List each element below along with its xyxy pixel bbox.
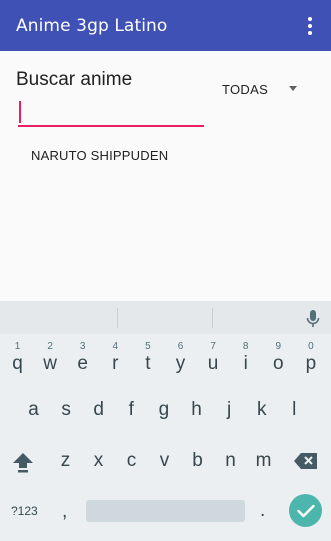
key-v[interactable]: v [148, 450, 181, 494]
key-label: a [28, 399, 39, 420]
key-z[interactable]: z [49, 450, 82, 494]
key-label: b [192, 450, 203, 471]
list-item[interactable]: NARUTO SHIPPUDEN [31, 148, 168, 163]
shift-icon[interactable] [12, 451, 34, 473]
key-label: d [93, 399, 104, 420]
key-q[interactable]: 1q [1, 341, 34, 385]
key-label: t [145, 353, 151, 374]
soft-keyboard: ?123 , . 1q2w3e4r5t6y7u8i9o0pasdfghjklzx… [0, 301, 331, 541]
key-label: o [273, 353, 284, 374]
symbols-key[interactable]: ?123 [11, 504, 38, 518]
key-t[interactable]: 5t [131, 341, 164, 385]
key-label: k [256, 399, 267, 420]
key-hint: 4 [112, 341, 119, 352]
key-b[interactable]: b [181, 450, 214, 494]
key-label: z [60, 450, 71, 471]
key-j[interactable]: j [213, 399, 246, 443]
dropdown-arrow-icon [289, 86, 297, 91]
key-label: s [61, 399, 71, 420]
microphone-icon[interactable] [305, 309, 321, 329]
key-g[interactable]: g [147, 399, 180, 443]
key-w[interactable]: 2w [34, 341, 67, 385]
key-f[interactable]: f [115, 399, 148, 443]
key-label: n [225, 450, 236, 471]
key-r[interactable]: 4r [99, 341, 132, 385]
period-key[interactable]: . [260, 500, 265, 522]
key-label: c [126, 450, 137, 471]
suggestion-divider [117, 308, 118, 328]
suggestion-divider [212, 308, 213, 328]
main-content: Buscar anime TODAS NARUTO SHIPPUDEN [0, 51, 331, 301]
key-d[interactable]: d [82, 399, 115, 443]
key-hint: 7 [210, 341, 216, 352]
key-label: e [77, 353, 88, 374]
key-l[interactable]: l [278, 399, 311, 443]
checkmark-icon [296, 504, 315, 517]
enter-button[interactable] [289, 494, 322, 527]
key-label: m [255, 450, 272, 471]
key-label: w [43, 353, 57, 374]
key-a[interactable]: a [17, 399, 50, 443]
key-label: u [207, 353, 219, 374]
category-dropdown-value: TODAS [222, 81, 269, 97]
search-label: Buscar anime [16, 69, 133, 90]
key-hint: 2 [47, 341, 53, 352]
suggestion-strip [0, 301, 331, 334]
key-k[interactable]: k [245, 399, 278, 443]
key-label: g [158, 399, 170, 420]
key-label: x [93, 450, 104, 471]
key-x[interactable]: x [82, 450, 115, 494]
key-i[interactable]: 8i [229, 341, 262, 385]
key-c[interactable]: c [115, 450, 148, 494]
key-u[interactable]: 7u [197, 341, 230, 385]
key-p[interactable]: 0p [294, 341, 327, 385]
key-label: y [175, 353, 186, 374]
key-label: i [243, 353, 248, 374]
key-label: p [305, 353, 317, 374]
space-bar[interactable] [86, 500, 245, 522]
key-label: l [292, 399, 297, 420]
key-hint: 0 [308, 341, 314, 352]
key-h[interactable]: h [180, 399, 213, 443]
key-hint: 1 [14, 341, 21, 352]
search-input[interactable] [18, 99, 204, 127]
key-hint: 8 [242, 341, 249, 352]
app-title: Anime 3gp Latino [16, 15, 168, 36]
key-label: r [112, 353, 119, 374]
key-hint: 3 [79, 341, 86, 352]
key-label: q [12, 353, 23, 374]
search-input-underline [18, 125, 204, 127]
key-label: h [191, 399, 202, 420]
comma-key[interactable]: , [62, 501, 67, 523]
key-label: v [159, 450, 170, 471]
more-vert-icon[interactable] [299, 14, 321, 38]
key-label: f [128, 399, 134, 420]
text-cursor [19, 101, 21, 123]
key-hint: 6 [177, 341, 184, 352]
key-hint: 9 [275, 341, 282, 352]
key-o[interactable]: 9o [262, 341, 295, 385]
key-label: j [226, 399, 232, 420]
key-n[interactable]: n [214, 450, 247, 494]
key-e[interactable]: 3e [66, 341, 99, 385]
category-dropdown[interactable]: TODAS [222, 80, 312, 98]
key-m[interactable]: m [247, 450, 280, 494]
app-bar: Anime 3gp Latino [0, 0, 331, 51]
key-y[interactable]: 6y [164, 341, 197, 385]
backspace-icon[interactable] [294, 452, 318, 470]
key-s[interactable]: s [50, 399, 83, 443]
key-hint: 5 [145, 341, 151, 352]
